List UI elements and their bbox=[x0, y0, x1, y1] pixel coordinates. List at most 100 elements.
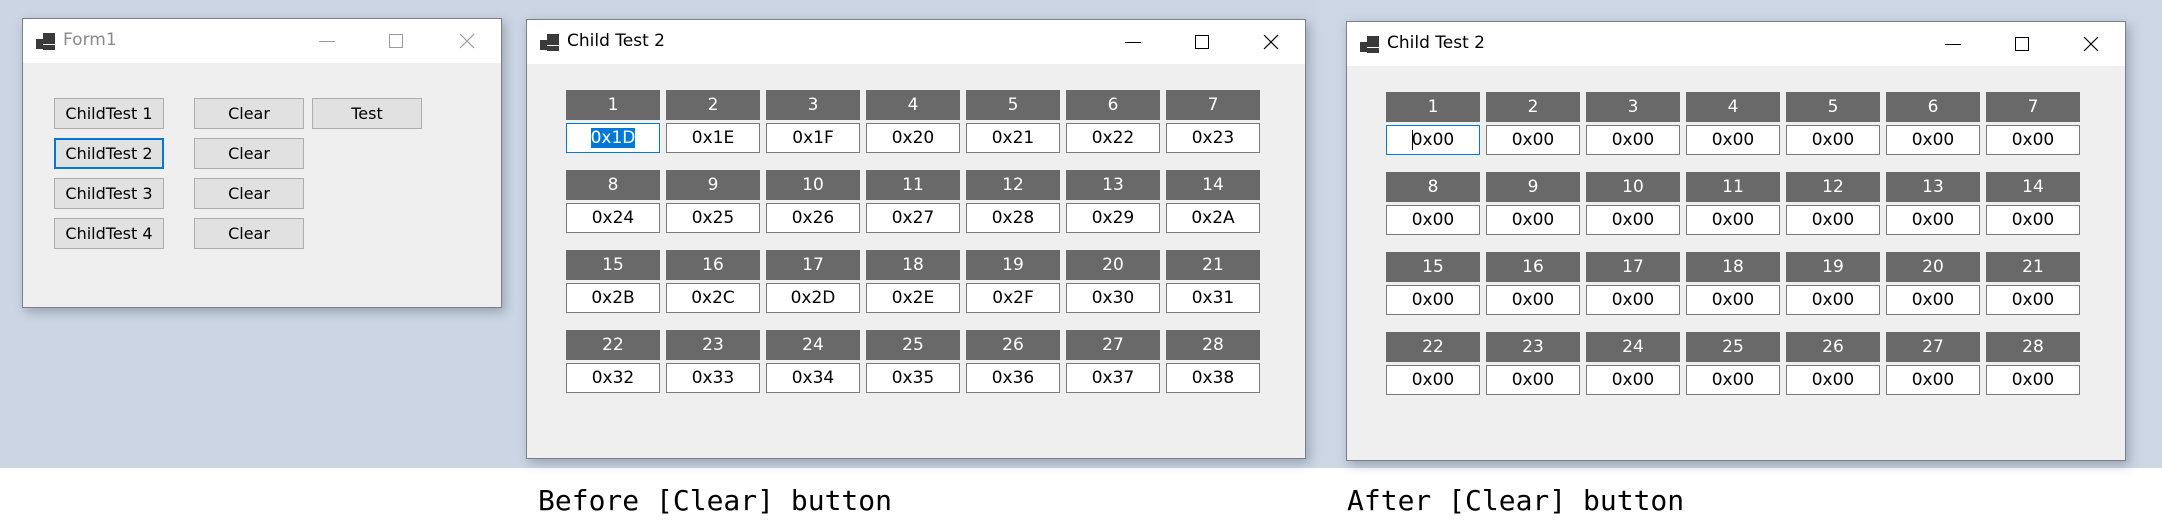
maximize-button[interactable] bbox=[2006, 28, 2038, 60]
register-label: 15 bbox=[1386, 252, 1480, 282]
register-value-field[interactable]: 0x21 bbox=[966, 123, 1060, 153]
register-value-field[interactable]: 0x28 bbox=[966, 203, 1060, 233]
register-value-field[interactable]: 0x22 bbox=[1066, 123, 1160, 153]
register-value-field[interactable]: 0x00 bbox=[1886, 365, 1980, 395]
register-value-field[interactable]: 0x00 bbox=[1586, 125, 1680, 155]
register-value-field[interactable]: 0x00 bbox=[1786, 285, 1880, 315]
child-titlebar[interactable]: Child Test 2 bbox=[527, 20, 1305, 64]
register-value-field[interactable]: 0x00 bbox=[1586, 365, 1680, 395]
register-value-field[interactable]: 0x00 bbox=[1886, 125, 1980, 155]
register-value-field[interactable]: 0x00 bbox=[1986, 285, 2080, 315]
register-label: 24 bbox=[1586, 332, 1680, 362]
register-label: 5 bbox=[1786, 92, 1880, 122]
register-value-field[interactable]: 0x2C bbox=[666, 283, 760, 313]
register-value-field[interactable]: 0x31 bbox=[1166, 283, 1260, 313]
register-label: 24 bbox=[766, 330, 860, 360]
register-label: 10 bbox=[766, 170, 860, 200]
window-title: Form1 bbox=[63, 30, 117, 50]
register-value-field[interactable]: 0x38 bbox=[1166, 363, 1260, 393]
register-value-field[interactable]: 0x00 bbox=[1886, 205, 1980, 235]
clear-4-button[interactable]: Clear bbox=[194, 218, 304, 249]
register-value-field[interactable]: 0x00 bbox=[1686, 125, 1780, 155]
register-value-field[interactable]: 0x27 bbox=[866, 203, 960, 233]
register-value-field[interactable]: 0x00 bbox=[1386, 365, 1480, 395]
register-label: 5 bbox=[966, 90, 1060, 120]
clear-2-button[interactable]: Clear bbox=[194, 138, 304, 169]
close-button[interactable] bbox=[1255, 26, 1287, 58]
register-value-field[interactable]: 0x00 bbox=[1686, 285, 1780, 315]
register-value-field[interactable]: 0x37 bbox=[1066, 363, 1160, 393]
register-value-field[interactable]: 0x33 bbox=[666, 363, 760, 393]
register-value-field[interactable]: 0x25 bbox=[666, 203, 760, 233]
register-value-field[interactable]: 0x00 bbox=[1986, 365, 2080, 395]
register-label: 1 bbox=[1386, 92, 1480, 122]
form1-window: Form1 ChildTest 1 ChildTest 2 ChildTest … bbox=[22, 18, 502, 308]
register-value-field[interactable]: 0x35 bbox=[866, 363, 960, 393]
close-button[interactable] bbox=[451, 25, 483, 57]
register-value-field[interactable]: 0x00 bbox=[1886, 285, 1980, 315]
register-label: 27 bbox=[1066, 330, 1160, 360]
maximize-button[interactable] bbox=[1186, 26, 1218, 58]
close-button[interactable] bbox=[2075, 28, 2107, 60]
register-label: 26 bbox=[966, 330, 1060, 360]
register-value-field[interactable]: 0x36 bbox=[966, 363, 1060, 393]
register-value-field[interactable]: 0x2E bbox=[866, 283, 960, 313]
register-value-field[interactable]: 0x00 bbox=[1486, 125, 1580, 155]
register-value-field[interactable]: 0x00 bbox=[1586, 285, 1680, 315]
register-value-field[interactable]: 0x1D bbox=[566, 123, 660, 153]
register-value-field[interactable]: 0x00 bbox=[1386, 125, 1480, 155]
register-value-field[interactable]: 0x1F bbox=[766, 123, 860, 153]
register-value-field[interactable]: 0x00 bbox=[1986, 125, 2080, 155]
childtest-3-button[interactable]: ChildTest 3 bbox=[54, 178, 164, 209]
register-value-field[interactable]: 0x34 bbox=[766, 363, 860, 393]
child-titlebar[interactable]: Child Test 2 bbox=[1347, 22, 2125, 66]
register-value-field[interactable]: 0x20 bbox=[866, 123, 960, 153]
register-value-field[interactable]: 0x23 bbox=[1166, 123, 1260, 153]
clear-3-button[interactable]: Clear bbox=[194, 178, 304, 209]
register-value-field[interactable]: 0x00 bbox=[1786, 205, 1880, 235]
minimize-button[interactable] bbox=[311, 25, 343, 57]
selected-text: 0x1D bbox=[590, 128, 636, 148]
register-value-field[interactable]: 0x2F bbox=[966, 283, 1060, 313]
register-value-field[interactable]: 0x00 bbox=[1386, 205, 1480, 235]
test-button[interactable]: Test bbox=[312, 98, 422, 129]
register-label: 11 bbox=[1686, 172, 1780, 202]
childtest-4-button[interactable]: ChildTest 4 bbox=[54, 218, 164, 249]
register-value-field[interactable]: 0x30 bbox=[1066, 283, 1160, 313]
maximize-button[interactable] bbox=[380, 25, 412, 57]
app-icon bbox=[36, 33, 56, 51]
register-value-field[interactable]: 0x00 bbox=[1786, 365, 1880, 395]
register-value-field[interactable]: 0x00 bbox=[1486, 285, 1580, 315]
register-label: 17 bbox=[1586, 252, 1680, 282]
register-value-field[interactable]: 0x26 bbox=[766, 203, 860, 233]
register-value-field[interactable]: 0x00 bbox=[1986, 205, 2080, 235]
minimize-button[interactable] bbox=[1937, 28, 1969, 60]
register-value-field[interactable]: 0x00 bbox=[1786, 125, 1880, 155]
register-value-field[interactable]: 0x2D bbox=[766, 283, 860, 313]
register-value-field[interactable]: 0x00 bbox=[1686, 205, 1780, 235]
register-value-field[interactable]: 0x00 bbox=[1486, 205, 1580, 235]
register-value-field[interactable]: 0x00 bbox=[1386, 285, 1480, 315]
register-label: 17 bbox=[766, 250, 860, 280]
register-label: 14 bbox=[1986, 172, 2080, 202]
register-value-field[interactable]: 0x24 bbox=[566, 203, 660, 233]
register-value-field[interactable]: 0x1E bbox=[666, 123, 760, 153]
field-text: 0x00 bbox=[1411, 130, 1455, 150]
minimize-button[interactable] bbox=[1117, 26, 1149, 58]
register-label: 6 bbox=[1886, 92, 1980, 122]
childtest-1-button[interactable]: ChildTest 1 bbox=[54, 98, 164, 129]
child-window-before: Child Test 2 1 0x1D 2 0x1E 3 0x1F 4 0x20 5 0x21 6 0… bbox=[526, 19, 1306, 459]
form1-titlebar[interactable]: Form1 bbox=[23, 19, 501, 63]
register-value-field[interactable]: 0x00 bbox=[1686, 365, 1780, 395]
register-value-field[interactable]: 0x00 bbox=[1486, 365, 1580, 395]
register-label: 2 bbox=[1486, 92, 1580, 122]
childtest-2-button[interactable]: ChildTest 2 bbox=[54, 138, 164, 169]
register-label: 22 bbox=[1386, 332, 1480, 362]
register-value-field[interactable]: 0x2A bbox=[1166, 203, 1260, 233]
register-value-field[interactable]: 0x32 bbox=[566, 363, 660, 393]
register-label: 28 bbox=[1166, 330, 1260, 360]
register-value-field[interactable]: 0x29 bbox=[1066, 203, 1160, 233]
clear-1-button[interactable]: Clear bbox=[194, 98, 304, 129]
register-value-field[interactable]: 0x00 bbox=[1586, 205, 1680, 235]
register-value-field[interactable]: 0x2B bbox=[566, 283, 660, 313]
